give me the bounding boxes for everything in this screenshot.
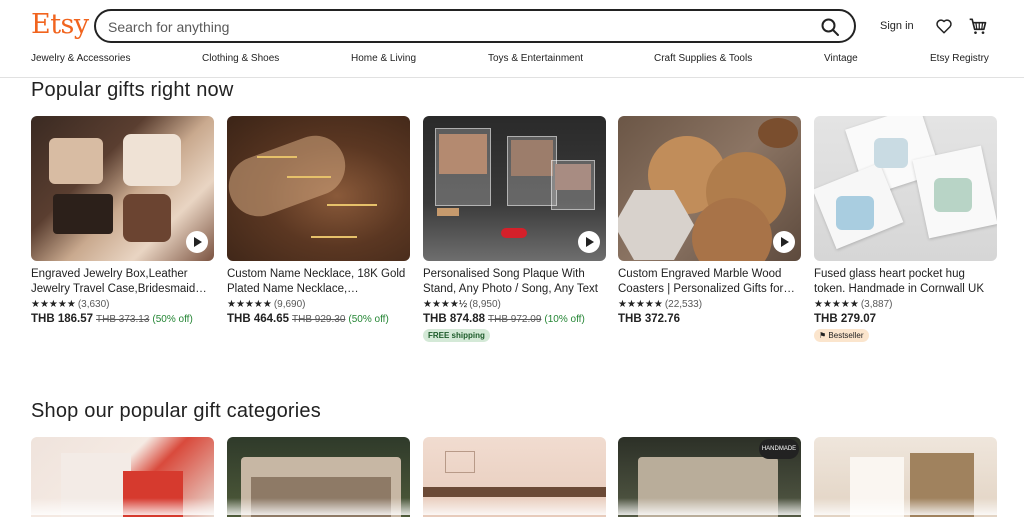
- product-card[interactable]: Fused glass heart pocket hug token. Hand…: [814, 116, 997, 343]
- free-shipping-badge: FREE shipping: [423, 329, 490, 342]
- sale-price: THB 464.65: [227, 313, 290, 325]
- site-header: Etsy Sign in Jewelry & Accessories Cloth…: [0, 0, 1024, 78]
- product-image[interactable]: [618, 116, 801, 261]
- category-nav: Jewelry & Accessories Clothing & Shoes H…: [31, 53, 991, 69]
- nav-item-clothing[interactable]: Clothing & Shoes: [202, 53, 279, 64]
- product-card[interactable]: Custom Engraved Marble Wood Coasters | P…: [618, 116, 801, 325]
- discount-label: (50% off): [348, 314, 389, 325]
- sign-in-link[interactable]: Sign in: [880, 20, 914, 32]
- heart-icon[interactable]: [935, 17, 953, 35]
- star-rating-icon: ★★★★★: [227, 299, 272, 310]
- price-row: THB 464.65 THB 929.30 (50% off): [227, 313, 410, 325]
- nav-item-toys[interactable]: Toys & Entertainment: [488, 53, 583, 64]
- star-rating-icon: ★★★★★: [31, 299, 76, 310]
- product-image[interactable]: [423, 116, 606, 261]
- product-image[interactable]: [227, 116, 410, 261]
- review-count: (3,630): [77, 299, 110, 310]
- review-count: (3,887): [860, 299, 893, 310]
- product-rating: ★★★★½ (8,950): [423, 299, 606, 310]
- product-card[interactable]: Engraved Jewelry Box,Leather Jewelry Tra…: [31, 116, 214, 325]
- product-rating: ★★★★★ (22,533): [618, 299, 801, 310]
- sale-price: THB 372.76: [618, 313, 681, 325]
- product-image[interactable]: [814, 116, 997, 261]
- bestseller-label: Bestseller: [828, 331, 864, 340]
- original-price: THB 373.13: [96, 314, 150, 325]
- review-count: (22,533): [664, 299, 703, 310]
- price-row: THB 279.07: [814, 313, 997, 325]
- bestseller-badge: ⚑ Bestseller: [814, 329, 869, 342]
- product-rating: ★★★★★ (9,690): [227, 299, 410, 310]
- star-rating-icon: ★★★★★: [618, 299, 663, 310]
- search-bar[interactable]: [94, 9, 856, 43]
- product-card[interactable]: Custom Name Necklace, 18K Gold Plated Na…: [227, 116, 410, 325]
- product-title[interactable]: Fused glass heart pocket hug token. Hand…: [814, 267, 997, 296]
- product-title[interactable]: Custom Name Necklace, 18K Gold Plated Na…: [227, 267, 410, 296]
- award-icon: ⚑: [819, 331, 827, 340]
- sale-price: THB 186.57: [31, 313, 94, 325]
- scroll-fade: [0, 498, 1024, 515]
- nav-item-registry[interactable]: Etsy Registry: [930, 53, 989, 64]
- product-rating: ★★★★★ (3,887): [814, 299, 997, 310]
- handmade-badge: HANDMADE: [759, 439, 799, 459]
- product-rating: ★★★★★ (3,630): [31, 299, 214, 310]
- price-row: THB 372.76: [618, 313, 801, 325]
- nav-item-craft[interactable]: Craft Supplies & Tools: [654, 53, 752, 64]
- product-card[interactable]: Personalised Song Plaque With Stand, Any…: [423, 116, 606, 343]
- section-title-popular-gifts: Popular gifts right now: [31, 79, 234, 101]
- product-title[interactable]: Engraved Jewelry Box,Leather Jewelry Tra…: [31, 267, 214, 296]
- price-row: THB 186.57 THB 373.13 (50% off): [31, 313, 214, 325]
- discount-label: (50% off): [152, 314, 193, 325]
- star-rating-icon: ★★★★★: [814, 299, 859, 310]
- section-title-gift-categories: Shop our popular gift categories: [31, 400, 321, 422]
- search-icon[interactable]: [820, 17, 840, 37]
- product-title[interactable]: Custom Engraved Marble Wood Coasters | P…: [618, 267, 801, 296]
- star-rating-icon: ★★★★½: [423, 299, 468, 310]
- play-video-icon[interactable]: [578, 231, 600, 253]
- play-video-icon[interactable]: [773, 231, 795, 253]
- etsy-logo[interactable]: Etsy: [31, 9, 89, 40]
- search-input[interactable]: [108, 17, 788, 37]
- discount-label: (10% off): [544, 314, 585, 325]
- product-title[interactable]: Personalised Song Plaque With Stand, Any…: [423, 267, 606, 296]
- product-image[interactable]: [31, 116, 214, 261]
- nav-item-home[interactable]: Home & Living: [351, 53, 416, 64]
- original-price: THB 972.09: [488, 314, 542, 325]
- review-count: (9,690): [273, 299, 306, 310]
- cart-icon[interactable]: [968, 16, 988, 36]
- original-price: THB 929.30: [292, 314, 346, 325]
- nav-item-jewelry[interactable]: Jewelry & Accessories: [31, 53, 130, 64]
- nav-item-vintage[interactable]: Vintage: [824, 53, 858, 64]
- sale-price: THB 874.88: [423, 313, 486, 325]
- sale-price: THB 279.07: [814, 313, 877, 325]
- review-count: (8,950): [469, 299, 501, 310]
- play-video-icon[interactable]: [186, 231, 208, 253]
- price-row: THB 874.88 THB 972.09 (10% off): [423, 313, 606, 325]
